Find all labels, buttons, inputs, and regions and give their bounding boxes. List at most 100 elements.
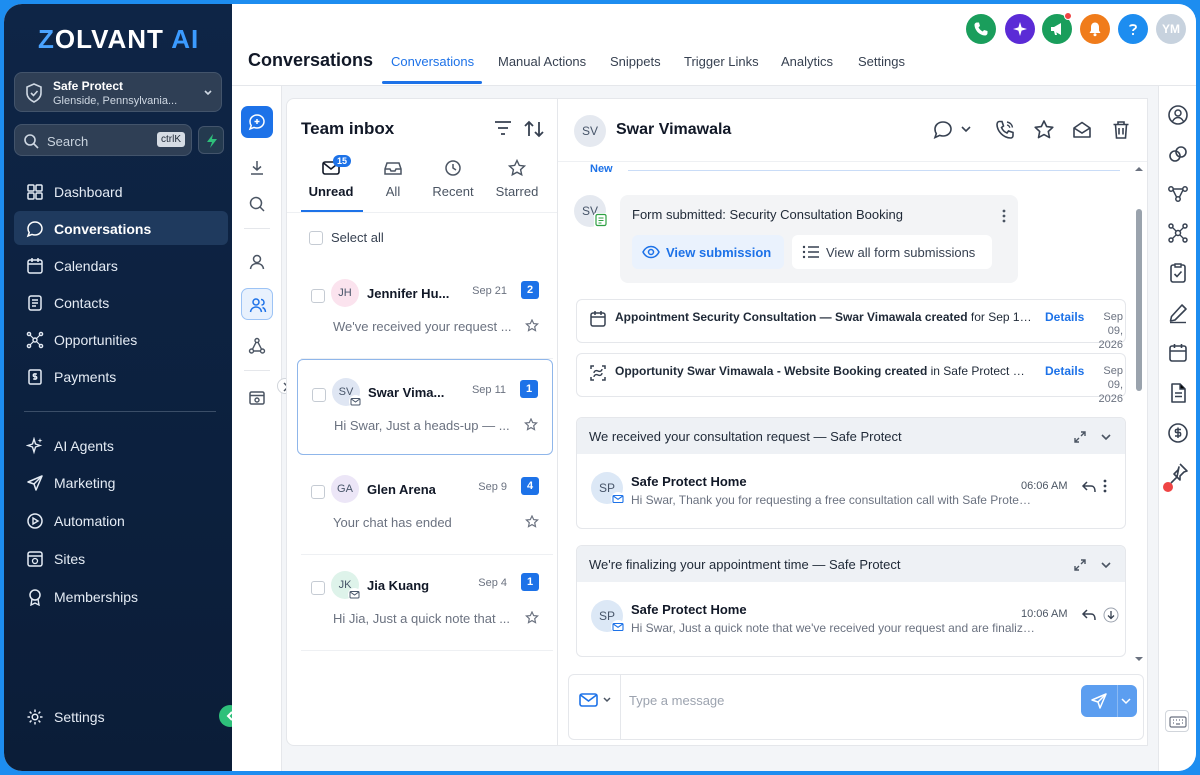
location-switcher[interactable]: Safe Protect Glenside, Pennsylvania... [14,72,222,112]
opportunities-icon[interactable] [1167,222,1189,244]
notes-pen-icon[interactable] [1167,302,1189,324]
workflow-icon[interactable] [1167,182,1189,204]
select-all-checkbox[interactable] [309,231,323,245]
calendar-icon[interactable] [1167,342,1189,364]
sidebar-item-marketing[interactable]: Marketing [14,465,228,499]
conversation-item[interactable]: JH Jennifer Hu... Sep 21 2 We've receive… [297,261,553,359]
tab-trigger-links[interactable]: Trigger Links [684,54,759,69]
more-vertical-icon[interactable] [1002,209,1006,223]
activity-details-link[interactable]: Details [1045,310,1084,324]
compose-button[interactable] [241,106,273,138]
chevron-down-icon[interactable] [1099,430,1113,444]
conversation-item-selected[interactable]: SV Swar Vima... Sep 11 1 Hi Swar, Just a… [297,359,553,455]
shield-icon [25,83,43,103]
ai-assistant-button[interactable] [1005,14,1035,44]
star-icon[interactable] [525,515,539,529]
email-thread[interactable]: We received your consultation request — … [576,417,1126,529]
network-icon [248,337,266,354]
help-button[interactable] [1118,14,1148,44]
user-avatar[interactable]: YM [1156,14,1186,44]
scroll-down-icon[interactable] [1103,607,1119,623]
chat-options-icon[interactable] [932,119,972,141]
scroll-down-arrow[interactable] [1134,655,1144,663]
search-conversations-button[interactable] [241,188,273,220]
conversation-checkbox[interactable] [311,289,325,303]
archive-button[interactable] [241,382,273,414]
link-icon[interactable] [1167,143,1189,165]
tasks-icon[interactable] [1167,262,1189,284]
email-subject: We received your consultation request — … [589,429,902,444]
tab-snippets[interactable]: Snippets [610,54,661,69]
my-inbox-button[interactable] [241,246,273,278]
conversation-checkbox[interactable] [312,388,326,402]
quick-action-button[interactable] [198,126,224,154]
email-channel-icon [579,693,611,707]
channel-selector[interactable] [569,675,621,739]
view-all-submissions-button[interactable]: View all form submissions [792,235,992,269]
tab-all[interactable]: All [363,155,423,211]
star-icon[interactable] [524,418,538,432]
sidebar-item-ai-agents[interactable]: AI Agents [14,428,228,462]
phone-button[interactable] [966,14,996,44]
star-icon[interactable] [1033,119,1055,141]
more-vertical-icon[interactable] [1103,479,1107,493]
send-button[interactable] [1081,685,1137,717]
sidebar-item-dashboard[interactable]: Dashboard [14,174,228,208]
chevron-down-icon[interactable] [1099,558,1113,572]
reply-icon[interactable] [1081,608,1097,622]
payments-icon[interactable] [1167,422,1189,444]
sidebar-item-payments[interactable]: Payments [14,359,228,393]
star-icon[interactable] [525,611,539,625]
tab-starred[interactable]: Starred [487,155,547,211]
tab-settings[interactable]: Settings [858,54,905,69]
scroll-up-arrow[interactable] [1134,165,1144,173]
expand-icon[interactable] [1073,558,1087,572]
reply-icon[interactable] [1081,480,1097,494]
avatar: SV [332,378,362,408]
document-icon[interactable] [1167,382,1189,404]
sidebar-item-opportunities[interactable]: Opportunities [14,322,228,356]
contact-name-header[interactable]: Swar Vimawala [616,121,731,139]
tab-manual-actions[interactable]: Manual Actions [498,54,586,69]
tab-conversations[interactable]: Conversations [391,54,474,69]
email-thread[interactable]: We're finalizing your appointment time —… [576,545,1126,657]
workflow-inbox-button[interactable] [241,330,273,362]
sidebar-item-conversations[interactable]: Conversations [14,211,228,245]
sidebar-item-memberships[interactable]: Memberships [14,579,228,613]
mail-icon[interactable] [1071,119,1093,141]
view-submission-button[interactable]: View submission [632,235,784,269]
tab-analytics[interactable]: Analytics [781,54,833,69]
team-inbox-button[interactable] [241,288,273,320]
email-snippet: Hi Swar, Thank you for requesting a free… [631,493,1035,507]
keyboard-shortcuts-button[interactable] [1165,710,1189,732]
tab-recent[interactable]: Recent [423,155,483,211]
conversation-scrollbar[interactable] [1136,209,1142,391]
pin-icon[interactable] [1167,462,1189,484]
download-button[interactable] [241,152,273,184]
conversation-checkbox[interactable] [311,581,325,595]
expand-icon[interactable] [1073,430,1087,444]
sidebar-item-settings[interactable]: Settings [14,699,228,733]
email-subject-bar[interactable]: We're finalizing your appointment time —… [577,546,1125,582]
notifications-button[interactable] [1080,14,1110,44]
contact-profile-icon[interactable] [1167,104,1189,126]
conversation-checkbox[interactable] [311,485,325,499]
sort-icon[interactable] [523,119,545,139]
sidebar-item-sites[interactable]: Sites [14,541,228,575]
star-icon[interactable] [525,319,539,333]
email-subject-bar[interactable]: We received your consultation request — … [577,418,1125,454]
trash-icon[interactable] [1110,119,1132,141]
chevron-down-icon[interactable] [1121,697,1131,705]
sidebar-item-calendars[interactable]: Calendars [14,248,228,282]
call-icon[interactable] [994,119,1016,141]
activity-text: Appointment Security Consultation — Swar… [615,310,1033,324]
activity-details-link[interactable]: Details [1045,364,1084,378]
tab-unread[interactable]: 15 Unread [301,155,361,211]
filter-icon[interactable] [493,119,513,137]
sidebar-item-contacts[interactable]: Contacts [14,285,228,319]
sidebar-search[interactable]: Search ctrlK [14,124,192,156]
conversation-item[interactable]: GA Glen Arena Sep 9 4 Your chat has ende… [297,457,553,555]
conversation-item[interactable]: JK Jia Kuang Sep 4 1 Hi Jia, Just a quic… [297,553,553,651]
sidebar-item-automation[interactable]: Automation [14,503,228,537]
message-input[interactable]: Type a message [629,693,724,708]
